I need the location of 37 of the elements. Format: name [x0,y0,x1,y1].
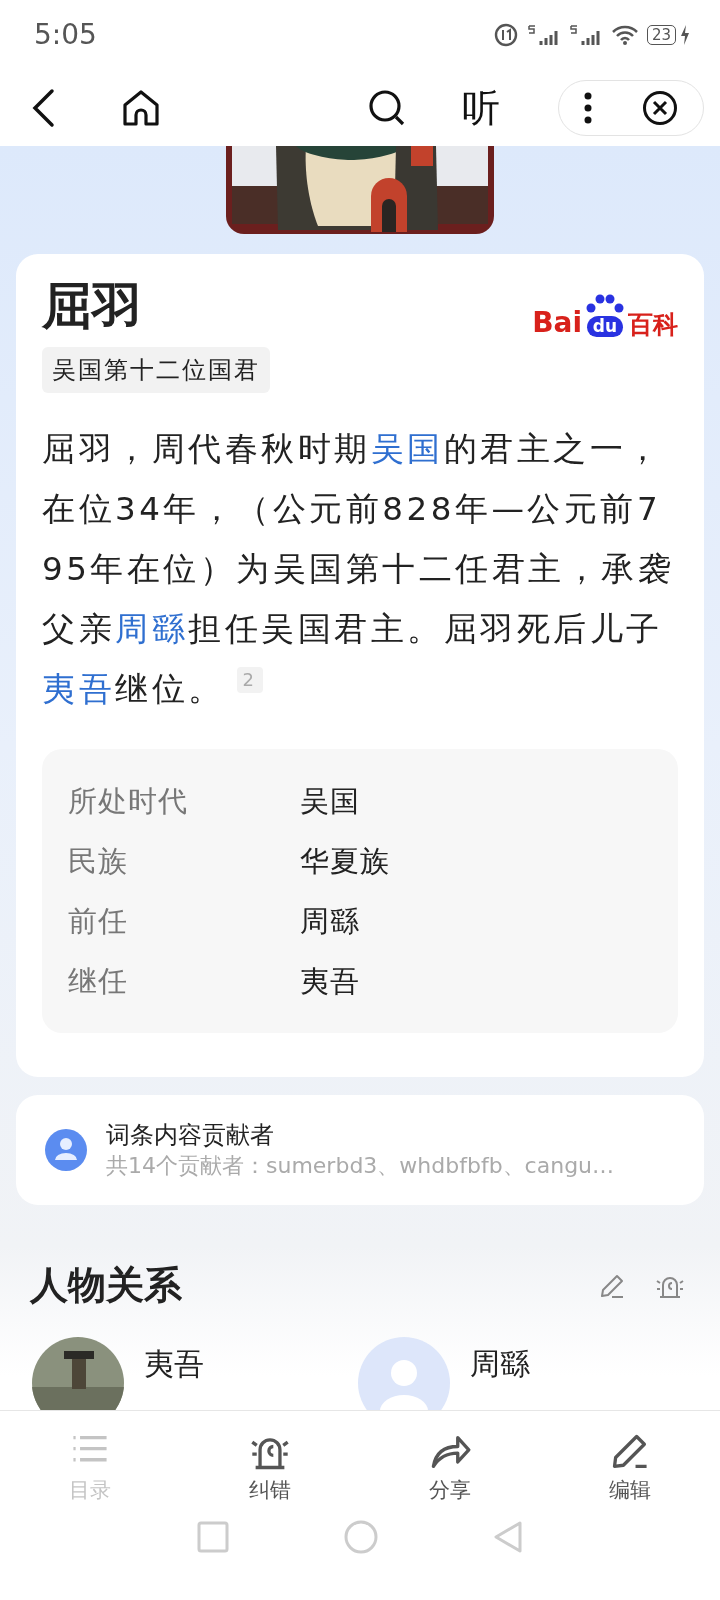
charging-icon [680,25,690,45]
user-avatar-icon [44,1128,88,1172]
edit-button[interactable]: 编辑 [540,1411,720,1514]
section-title: 人物关系 [30,1263,182,1309]
infobox-label: 民族 [68,843,129,880]
signal-icon [526,23,561,47]
infobox-value: 吴国 [300,783,360,820]
clock-time: 5:05 [34,17,97,53]
wifi-icon [610,24,639,46]
summary-paragraph: 屈羽，周代春秋时期 吴国 的君主之一，在位34年，（公元前828年—公元前795年在位）为吴国第十二任君主，承袭父亲周繇担任吴国君主。屈羽死后儿子 夷吾继位。 2 [42,429,676,710]
infobox-label: 所处时代 [68,783,189,820]
entry-title: 屈羽 [42,276,142,336]
more-icon[interactable] [584,92,592,124]
entry-tag: 吴国第十二位国君 [42,347,270,393]
link[interactable]: 周繇 [115,610,188,648]
search-icon[interactable] [368,89,406,127]
home-icon[interactable] [122,89,160,127]
infobox-value: 周繇 [300,903,360,940]
person-name[interactable]: 周繇 [470,1336,530,1410]
link[interactable]: 夷吾 [42,670,115,708]
infobox-value: 华夏族 [300,843,390,880]
infobox-value: 夷吾 [300,963,360,1000]
person-name[interactable]: 夷吾 [144,1336,204,1410]
contributors-card[interactable]: 词条内容贡献者 共14个贡献者：sumerbd3、whdbfbfb、cangu… [16,1095,704,1205]
alarm-light-button[interactable]: 纠错 [180,1411,360,1514]
infobox-label: 继任 [68,963,129,1000]
encyclopedia-logo: Bai du 百科 [532,294,678,337]
share-button[interactable]: 分享 [360,1411,540,1514]
signal-icon [568,23,603,47]
contributors-list: 共14个贡献者：sumerbd3、whdbfbfb、cangu… [106,1151,615,1181]
infobox-label: 前任 [68,903,129,940]
data-saver-icon [492,22,519,48]
close-icon[interactable] [642,90,678,126]
link[interactable]: 吴国 [370,430,444,468]
battery-level: 23 [646,25,676,45]
listen-button[interactable]: 听 [462,89,500,127]
contributors-title: 词条内容贡献者 [106,1120,275,1151]
